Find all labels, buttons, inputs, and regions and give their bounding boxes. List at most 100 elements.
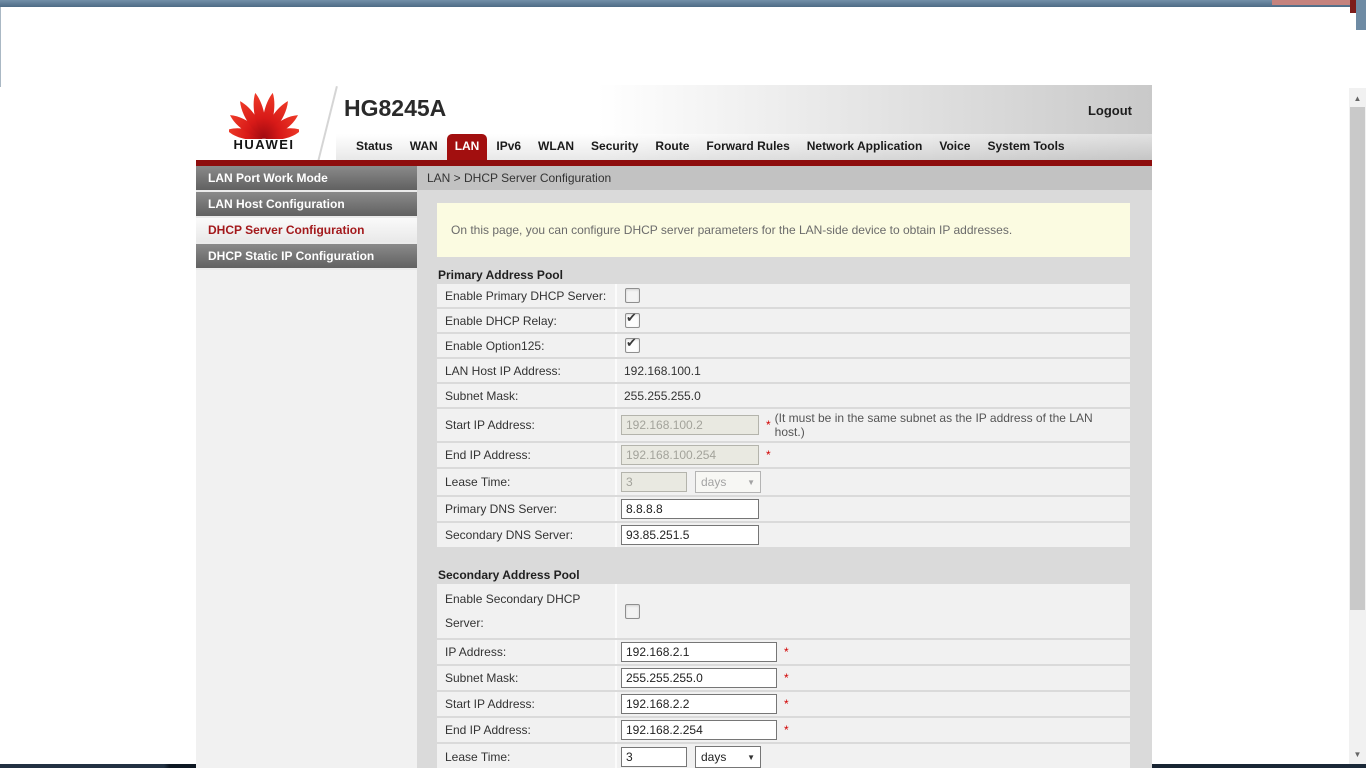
section-title: Secondary Address Pool [438,568,580,582]
info-note: On this page, you can configure DHCP ser… [437,203,1130,257]
tab-lan[interactable]: LAN [446,134,488,160]
select-lease-unit[interactable]: days ▼ [695,746,761,768]
tab-status[interactable]: Status [348,134,401,160]
window-left-edge [0,7,1,87]
table-row: End IP Address: * [437,443,1130,467]
input-ip-address[interactable] [621,642,777,662]
sidebar-item-dhcp-server-configuration[interactable]: DHCP Server Configuration [196,218,417,244]
sidebar-item-lan-host-configuration[interactable]: LAN Host Configuration [196,192,417,218]
value-lan-host-ip-address: 192.168.100.1 [624,363,701,378]
checkbox-enable-primary-dhcp-server[interactable] [625,288,640,303]
row-value [617,602,1130,621]
tab-ipv6[interactable]: IPv6 [488,134,529,160]
checkbox-enable-secondary-dhcp-server[interactable] [625,603,640,619]
table-row: End IP Address: * [437,718,1130,742]
scrollbar-thumb[interactable] [1350,107,1365,610]
row-value: days ▼ [617,469,1130,495]
row-value: * [617,443,1130,467]
section-primary-address-pool: Primary Address Pool Enable Primary DHCP … [437,266,1130,547]
row-value [617,523,1130,547]
row-value: *(It must be in the same subnet as the I… [617,409,1130,441]
app-header: HUAWEI HG8245A Logout Status WAN LAN IPv6 WL… [196,85,1152,160]
table-row: Enable Primary DHCP Server: [437,284,1130,307]
section-secondary-address-pool: Secondary Address Pool Enable Secondary D… [437,566,1130,768]
huawei-flower-icon [229,92,299,139]
row-label: End IP Address: [437,443,617,467]
sidebar-item-dhcp-static-ip-configuration[interactable]: DHCP Static IP Configuration [196,244,417,270]
input-end-ip-address [621,445,759,465]
tab-security[interactable]: Security [583,134,646,160]
table-row: Enable Option125: ✔ [437,334,1130,357]
scroll-up-icon: ▲ [1353,93,1362,103]
row-label: Enable DHCP Relay: [437,309,617,332]
table-row: Enable DHCP Relay: ✔ [437,309,1130,332]
tab-voice[interactable]: Voice [931,134,978,160]
checkbox-enable-dhcp-relay[interactable]: ✔ [625,310,640,328]
row-value: ✔ [617,311,1130,330]
row-value: 192.168.100.1 [617,362,1130,380]
tab-network-application[interactable]: Network Application [799,134,931,160]
table-row: Lease Time: days ▼ [437,744,1130,768]
input-subnet-mask[interactable] [621,668,777,688]
row-label: Enable Primary DHCP Server: [437,284,617,307]
scroll-down-button[interactable]: ▼ [1349,746,1366,762]
row-value: ✔ [617,336,1130,355]
window-top-strip-accent [1272,0,1354,5]
input-lease-time[interactable] [621,747,687,767]
app-body: LAN Port Work Mode LAN Host Configuration… [196,166,1152,768]
required-asterisk: * [784,697,789,711]
required-asterisk: * [784,723,789,737]
table-row: Start IP Address: * [437,692,1130,716]
select-lease-unit: days ▼ [695,471,761,493]
vertical-scrollbar[interactable]: ▲ ▼ [1349,88,1366,764]
tab-wan[interactable]: WAN [402,134,446,160]
row-label: Secondary DNS Server: [437,523,617,547]
input-secondary-dns-server[interactable] [621,525,759,545]
required-asterisk: * [784,671,789,685]
row-value: * [617,666,1130,690]
table-row: LAN Host IP Address: 192.168.100.1 [437,359,1130,382]
checkbox-enable-option125[interactable]: ✔ [625,335,640,353]
row-label: IP Address: [437,640,617,664]
row-label: Enable Option125: [437,334,617,357]
row-label: Enable Secondary DHCP Server: [437,584,617,638]
section-title: Primary Address Pool [438,268,563,282]
router-admin-page: HUAWEI HG8245A Logout Status WAN LAN IPv6 WL… [196,85,1152,768]
tab-system-tools[interactable]: System Tools [979,134,1072,160]
row-label: Subnet Mask: [437,384,617,407]
row-label: LAN Host IP Address: [437,359,617,382]
table-row: Subnet Mask: * [437,666,1130,690]
lease-unit-value: days [701,475,727,489]
tab-route[interactable]: Route [647,134,697,160]
logout-button[interactable]: Logout [1088,103,1132,118]
input-primary-dns-server[interactable] [621,499,759,519]
table-row: Enable Secondary DHCP Server: [437,584,1130,638]
input-end-ip-address[interactable] [621,720,777,740]
table-row: IP Address: * [437,640,1130,664]
check-icon: ✔ [626,335,637,350]
field-note: (It must be in the same subnet as the IP… [774,411,1093,439]
window-top-strip [0,0,1366,7]
header-diagonal-divider [316,85,338,160]
huawei-logo: HUAWEI [218,89,310,152]
row-label: Lease Time: [437,744,617,768]
window-corner-blue [1356,0,1366,30]
table-row: Primary DNS Server: [437,497,1130,521]
row-value: * [617,718,1130,742]
table-row: Lease Time: days ▼ [437,469,1130,495]
tab-forward-rules[interactable]: Forward Rules [698,134,797,160]
row-value [617,497,1130,521]
check-icon: ✔ [626,310,637,325]
row-label: Subnet Mask: [437,666,617,690]
table-row: Secondary DNS Server: [437,523,1130,547]
brand-label: HUAWEI [233,137,295,152]
dropdown-arrow-icon: ▼ [747,752,755,762]
input-start-ip-address[interactable] [621,694,777,714]
scroll-up-button[interactable]: ▲ [1349,90,1366,106]
sidebar-item-lan-port-work-mode[interactable]: LAN Port Work Mode [196,166,417,192]
input-start-ip-address [621,415,759,435]
page-title: HG8245A [344,95,447,121]
scroll-down-icon: ▼ [1353,749,1362,759]
tab-wlan[interactable]: WLAN [530,134,582,160]
required-asterisk: * [766,448,771,462]
